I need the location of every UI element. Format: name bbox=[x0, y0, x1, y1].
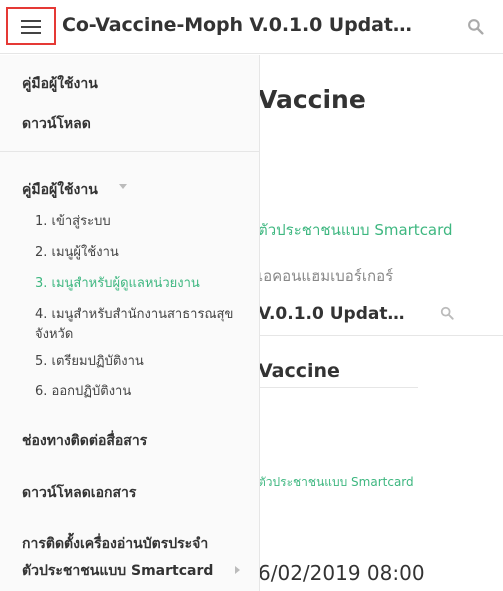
chevron-right-icon[interactable] bbox=[235, 566, 240, 574]
sidebar-item-login[interactable]: 1. เข้าสู่ระบบ bbox=[35, 212, 245, 232]
sidebar-link-documents[interactable]: ดาวน์โหลดเอกสาร bbox=[22, 482, 136, 504]
page-link[interactable]: ตัวประชาชนแบบ Smartcard bbox=[258, 218, 453, 242]
page-subheading: Vaccine bbox=[258, 360, 340, 382]
sidebar-item-prepare[interactable]: 5. เตรียมปฏิบัติงาน bbox=[35, 352, 245, 372]
page-date: 6/02/2019 08:00 bbox=[258, 561, 425, 585]
sidebar-item-admin-menu[interactable]: 3. เมนูสำหรับผู้ดูแลหน่วยงาน bbox=[35, 274, 245, 294]
page-muted-text: เอคอนแฮมเบอร์เกอร์ bbox=[258, 267, 394, 285]
menu-toggle-button[interactable] bbox=[6, 7, 56, 45]
page-heading: Vaccine bbox=[258, 85, 366, 114]
top-header: Co-Vaccine-Moph V.0.1.0 Update 2... bbox=[0, 0, 503, 54]
book-title: Co-Vaccine-Moph V.0.1.0 Update 2... bbox=[62, 14, 422, 36]
chevron-down-icon[interactable] bbox=[119, 184, 127, 189]
hamburger-menu-icon bbox=[21, 19, 41, 34]
sidebar: คู่มือผู้ใช้งาน ดาวน์โหลด คู่มือผู้ใช้งา… bbox=[0, 55, 260, 591]
sidebar-divider bbox=[0, 151, 259, 152]
sidebar-item-operate[interactable]: 6. ออกปฏิบัติงาน bbox=[35, 382, 245, 402]
sidebar-link-contact[interactable]: ช่องทางติดต่อสื่อสาร bbox=[22, 430, 147, 452]
search-icon[interactable] bbox=[467, 18, 484, 35]
sidebar-link-card-reader[interactable]: การติดตั้งเครื่องอ่านบัตรประจำ bbox=[22, 533, 208, 555]
page-link-small[interactable]: ตัวประชาชนแบบ Smartcard bbox=[258, 473, 414, 492]
sidebar-link-manual[interactable]: คู่มือผู้ใช้งาน bbox=[22, 73, 98, 95]
embedded-title: V.0.1.0 Update 2... bbox=[258, 304, 408, 324]
sidebar-item-province-menu[interactable]: 4. เมนูสำหรับสำนักงานสาธารณสุขจังหวัด bbox=[35, 305, 245, 345]
divider bbox=[258, 387, 418, 388]
sidebar-item-user-menu[interactable]: 2. เมนูผู้ใช้งาน bbox=[35, 243, 245, 263]
sidebar-section-manual[interactable]: คู่มือผู้ใช้งาน bbox=[22, 179, 98, 201]
sidebar-link-download[interactable]: ดาวน์โหลด bbox=[22, 113, 91, 135]
sidebar-link-card-reader-cont[interactable]: ตัวประชาชนแบบ Smartcard bbox=[22, 560, 213, 582]
search-icon bbox=[440, 306, 454, 320]
